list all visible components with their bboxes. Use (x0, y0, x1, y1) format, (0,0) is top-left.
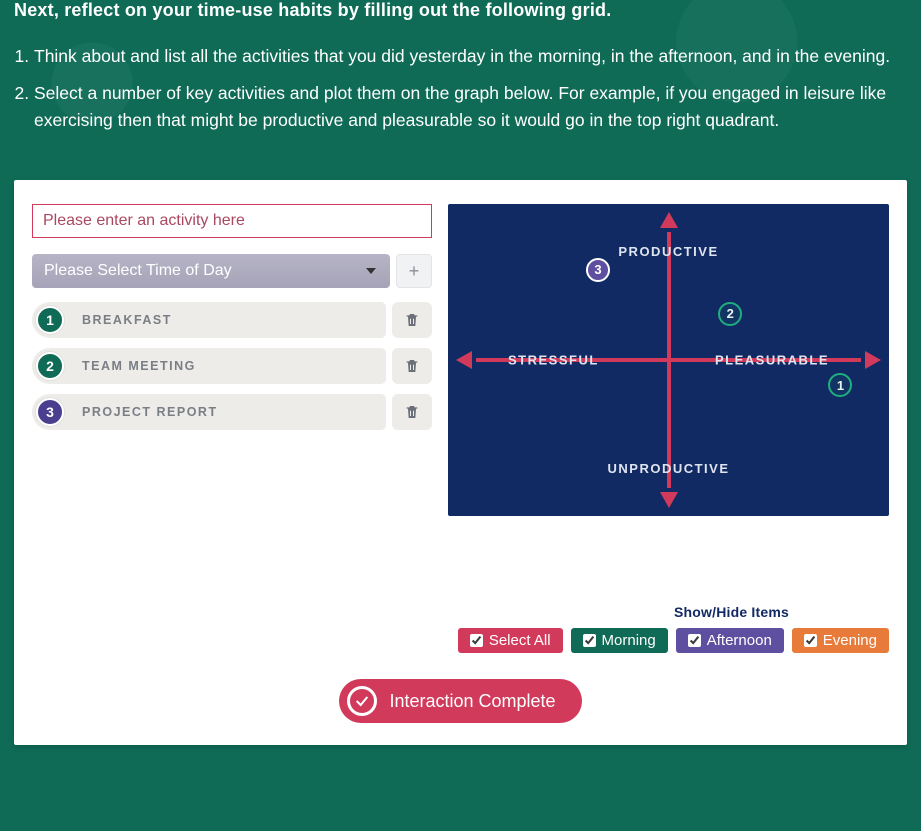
activity-label: BREAKFAST (82, 313, 172, 327)
arrow-left-icon (456, 351, 472, 369)
filter-afternoon-label: Afternoon (707, 632, 772, 649)
instruction-item: Select a number of key activities and pl… (34, 80, 907, 134)
trash-icon (404, 403, 420, 421)
plus-icon: + (409, 261, 420, 282)
chevron-down-icon (360, 254, 382, 288)
filter-evening[interactable]: Evening (792, 628, 889, 653)
activity-label: TEAM MEETING (82, 359, 196, 373)
filter-morning-checkbox[interactable] (583, 634, 596, 647)
delete-activity-button[interactable] (392, 302, 432, 338)
activity-row: 3 PROJECT REPORT (32, 394, 432, 430)
arrow-right-icon (865, 351, 881, 369)
trash-icon (404, 357, 420, 375)
axis-label-left: STRESSFUL (508, 353, 599, 368)
axis-label-bottom: UNPRODUCTIVE (607, 461, 729, 476)
show-hide-title: Show/Hide Items (32, 604, 889, 620)
filter-morning-label: Morning (602, 632, 656, 649)
filter-select-all-checkbox[interactable] (470, 634, 483, 647)
arrow-up-icon (660, 212, 678, 228)
arrow-down-icon (660, 492, 678, 508)
axis-label-right: PLEASURABLE (715, 353, 829, 368)
activity-number-badge: 1 (36, 306, 64, 334)
activity-item[interactable]: 1 BREAKFAST (32, 302, 386, 338)
filter-evening-checkbox[interactable] (804, 634, 817, 647)
page-title: Next, reflect on your time-use habits by… (14, 0, 907, 21)
time-of-day-select[interactable]: Please Select Time of Day (32, 254, 390, 288)
instruction-item: Think about and list all the activities … (34, 43, 907, 70)
quadrant-chart[interactable]: PRODUCTIVE UNPRODUCTIVE STRESSFUL PLEASU… (448, 204, 889, 516)
activity-input[interactable] (32, 204, 432, 238)
filter-morning[interactable]: Morning (571, 628, 668, 653)
activity-number-badge: 3 (36, 398, 64, 426)
add-activity-button[interactable]: + (396, 254, 432, 288)
filter-select-all[interactable]: Select All (458, 628, 563, 653)
activity-item[interactable]: 2 TEAM MEETING (32, 348, 386, 384)
plot-point[interactable]: 3 (586, 258, 610, 282)
filter-select-all-label: Select All (489, 632, 551, 649)
plot-point[interactable]: 1 (828, 373, 852, 397)
filter-evening-label: Evening (823, 632, 877, 649)
activity-number-badge: 2 (36, 352, 64, 380)
plot-point[interactable]: 2 (718, 302, 742, 326)
interaction-complete-label: Interaction Complete (389, 691, 555, 712)
main-panel: Please Select Time of Day + 1 BREAKFAST 2 T… (14, 180, 907, 745)
activity-row: 1 BREAKFAST (32, 302, 432, 338)
interaction-complete-button[interactable]: Interaction Complete (339, 679, 581, 723)
activity-label: PROJECT REPORT (82, 405, 218, 419)
instruction-list: Think about and list all the activities … (14, 43, 907, 134)
activity-item[interactable]: 3 PROJECT REPORT (32, 394, 386, 430)
filter-afternoon-checkbox[interactable] (688, 634, 701, 647)
time-of-day-label: Please Select Time of Day (32, 254, 390, 288)
delete-activity-button[interactable] (392, 394, 432, 430)
activity-row: 2 TEAM MEETING (32, 348, 432, 384)
axis-label-top: PRODUCTIVE (618, 244, 718, 259)
check-circle-icon (347, 686, 377, 716)
trash-icon (404, 311, 420, 329)
filter-afternoon[interactable]: Afternoon (676, 628, 784, 653)
delete-activity-button[interactable] (392, 348, 432, 384)
